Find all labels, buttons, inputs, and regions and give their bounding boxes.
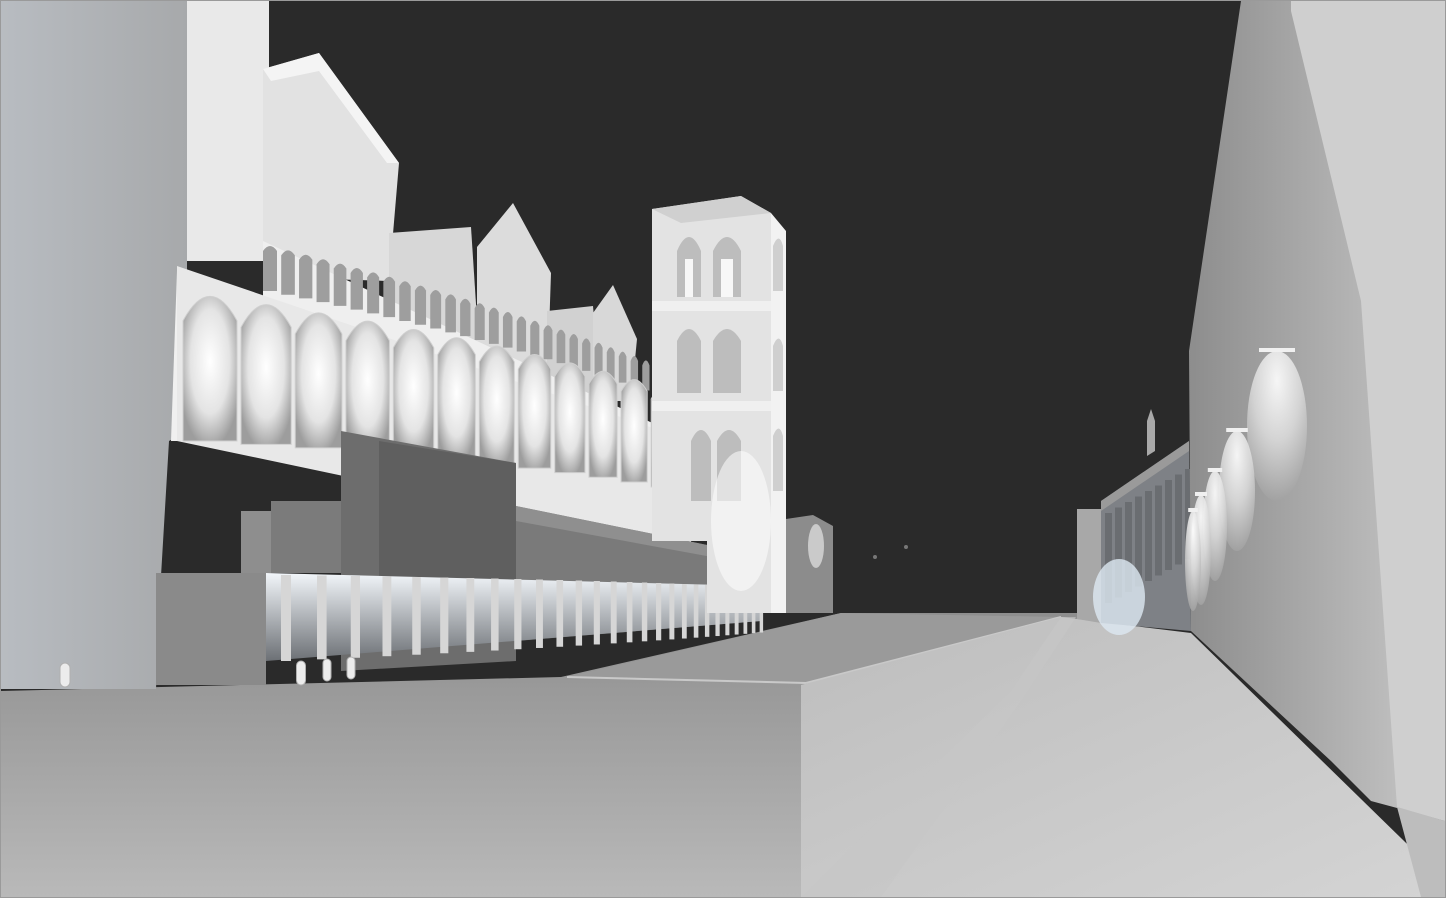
gallery-arch (488, 307, 499, 344)
gallery-arch (569, 334, 578, 368)
bollard (59, 662, 71, 688)
wall-light-fixture (1207, 468, 1223, 472)
gallery-arch (618, 351, 627, 383)
portico-column (693, 584, 699, 638)
gallery-arch (367, 272, 380, 314)
left-building-upper (187, 1, 269, 261)
gallery-arch (543, 325, 553, 360)
main-arch (620, 379, 648, 483)
portico-column (575, 580, 583, 646)
portico-column (593, 581, 600, 645)
wall-light-fixture (1195, 492, 1207, 496)
gallery-arch (502, 312, 513, 348)
gallery-arch (333, 263, 347, 306)
portico-column (350, 576, 360, 658)
portico-column (626, 582, 633, 643)
main-arch (294, 312, 343, 449)
main-arch (478, 345, 515, 465)
main-arch (392, 329, 435, 456)
gallery-arch (350, 268, 363, 310)
gallery-arch (414, 285, 427, 325)
gallery-arch (474, 303, 485, 340)
small-building (786, 515, 833, 613)
gallery-arch (263, 246, 277, 291)
portico-column (669, 583, 675, 640)
gallery-arch (594, 342, 603, 375)
far-arch (1165, 480, 1172, 570)
portico-column (382, 576, 392, 657)
portico-column (412, 577, 421, 655)
portico-column (317, 575, 327, 660)
wall-light-fixture (1259, 348, 1295, 352)
main-arch (437, 337, 476, 461)
portico-column (491, 578, 499, 651)
bollard (322, 658, 332, 682)
bollard (296, 660, 306, 686)
gallery-arch (281, 250, 295, 295)
gallery-arch (399, 281, 411, 321)
far-building-glow (1093, 559, 1145, 635)
portico-column (514, 579, 522, 650)
main-arch (345, 320, 390, 453)
portico-column (281, 575, 291, 661)
portico-column (440, 577, 449, 654)
portico-column (656, 583, 662, 641)
bollard (346, 656, 356, 680)
night-street-render (1, 1, 1445, 897)
gallery-arch (383, 276, 396, 318)
main-arch (588, 370, 618, 478)
low-wall-block (156, 573, 266, 685)
portico-column (535, 579, 543, 648)
gallery-arch (582, 338, 591, 371)
portico-column (641, 582, 648, 642)
portico-column (610, 581, 617, 644)
main-arch (182, 295, 238, 442)
main-arch (517, 353, 552, 469)
wall-light-wash (1247, 351, 1307, 501)
main-arch (240, 304, 292, 445)
wall-light-fixture (1226, 428, 1248, 432)
main-arch (554, 362, 586, 474)
far-arch (1145, 491, 1152, 581)
portico-column (466, 578, 475, 652)
gallery-arch (530, 320, 540, 356)
gallery-arch (556, 329, 566, 364)
gallery-arch (516, 316, 527, 352)
gallery-arch (460, 298, 471, 337)
render-viewport[interactable] (0, 0, 1446, 898)
gallery-arch (445, 294, 456, 333)
far-arch (1175, 474, 1182, 565)
gallery-arch (430, 290, 442, 329)
far-arch (1155, 485, 1162, 576)
gallery-arch (299, 254, 313, 299)
gallery-arch (316, 259, 330, 303)
portico-column (556, 580, 564, 647)
wall-light-wash (1185, 511, 1201, 611)
wall-light-fixture (1188, 508, 1198, 512)
portico-column (681, 584, 687, 639)
